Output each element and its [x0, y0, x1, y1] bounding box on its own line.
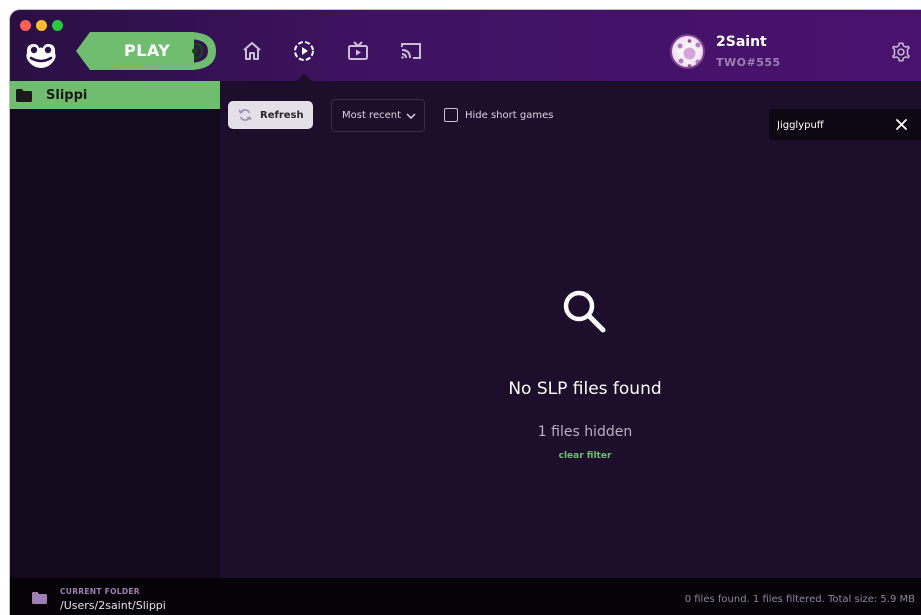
search-input[interactable] [777, 117, 887, 133]
gear-icon[interactable] [890, 41, 912, 63]
folder-icon [16, 88, 32, 102]
play-label: PLAY [124, 41, 171, 60]
minimize-window-button[interactable] [36, 20, 47, 31]
sort-dropdown[interactable]: Most recent [331, 99, 425, 132]
current-folder-path: /Users/2saint/Slippi [60, 599, 166, 612]
home-icon[interactable] [240, 39, 264, 63]
slippi-frog-logo-icon [26, 44, 56, 68]
cast-icon[interactable] [399, 39, 423, 63]
clear-filter-link[interactable]: clear filter [220, 451, 921, 461]
top-bar: PLAY 2Saint TWO#555 [10, 10, 921, 81]
file-stats: 0 files found. 1 files filtered. Total s… [684, 594, 915, 605]
sort-selected-value: Most recent [342, 110, 402, 121]
character-avatar-icon [677, 39, 701, 67]
broadcast-tv-icon[interactable] [346, 39, 370, 63]
empty-state-title: No SLP files found [508, 379, 662, 399]
search-box [769, 109, 921, 140]
folder-icon [32, 592, 47, 604]
replay-browser: Refresh Most recent Hide short games No … [220, 81, 921, 578]
user-connect-code: TWO#555 [716, 56, 781, 69]
app-window: PLAY 2Saint TWO#555 Slippi Refresh Most … [10, 10, 921, 615]
avatar[interactable] [670, 34, 705, 69]
hide-short-games-toggle[interactable]: Hide short games [444, 108, 553, 122]
files-hidden-text: 1 files hidden [537, 424, 633, 440]
active-nav-indicator [296, 74, 312, 81]
status-footer: CURRENT FOLDER /Users/2saint/Slippi 0 fi… [10, 578, 921, 615]
window-controls [20, 20, 63, 31]
close-window-button[interactable] [20, 20, 31, 31]
current-folder-caption: CURRENT FOLDER [60, 587, 140, 596]
sidebar: Slippi [10, 81, 220, 578]
close-icon[interactable] [895, 118, 908, 131]
hide-short-games-label: Hide short games [465, 109, 554, 121]
user-display-name: 2Saint [716, 34, 767, 50]
refresh-button[interactable]: Refresh [228, 101, 313, 129]
maximize-window-button[interactable] [52, 20, 63, 31]
refresh-label: Refresh [260, 109, 304, 121]
sidebar-item-slippi[interactable]: Slippi [10, 81, 220, 109]
play-button[interactable]: PLAY [76, 32, 216, 70]
replays-icon[interactable] [292, 39, 316, 63]
refresh-icon [238, 109, 252, 121]
hide-short-games-checkbox[interactable] [444, 108, 458, 122]
search-icon [563, 290, 606, 333]
chevron-down-icon [406, 112, 416, 119]
sidebar-item-label: Slippi [46, 87, 88, 103]
